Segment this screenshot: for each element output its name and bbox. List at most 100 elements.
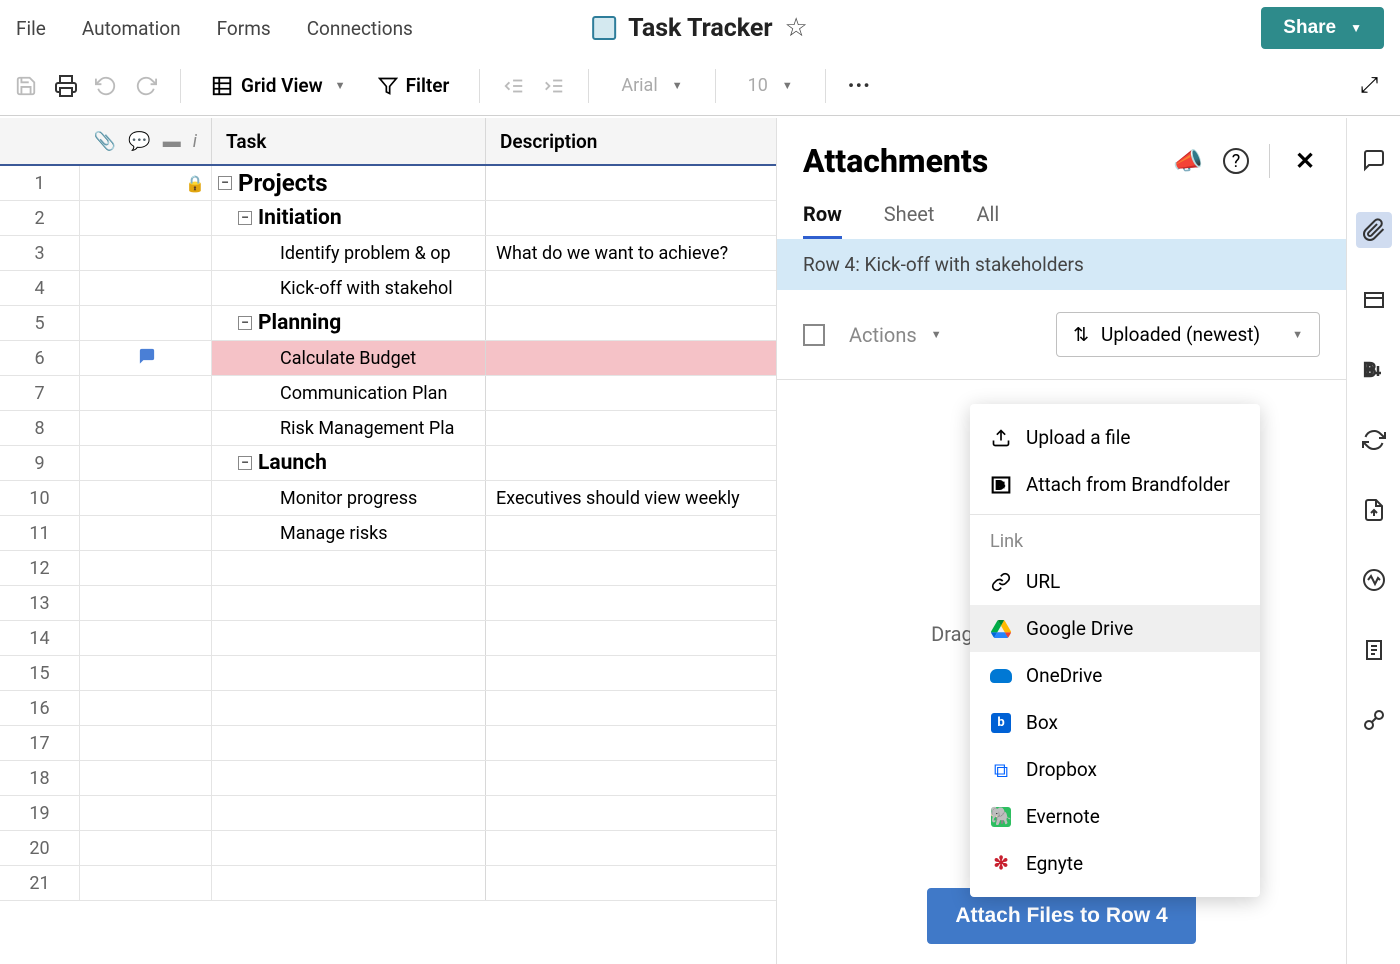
tab-all[interactable]: All [976,202,999,239]
refresh-icon[interactable] [1356,422,1392,458]
row-number[interactable]: 14 [0,621,80,655]
task-cell[interactable] [212,831,486,865]
connect-icon[interactable] [1356,702,1392,738]
task-cell[interactable]: Identify problem & op [212,236,486,270]
proof-icon[interactable] [1356,282,1392,318]
sort-dropdown[interactable]: ⇅ Uploaded (newest) ▼ [1056,312,1320,357]
menu-forms[interactable]: Forms [217,17,271,40]
actions-dropdown[interactable]: Actions ▼ [849,323,942,347]
panel-title: Attachments [803,142,1173,180]
task-cell[interactable] [212,726,486,760]
toolbar-separator [588,69,589,103]
activity-icon[interactable] [1356,562,1392,598]
task-cell[interactable]: −Planning [212,306,486,340]
menu-automation[interactable]: Automation [82,17,181,40]
dropdown-onedrive[interactable]: OneDrive [970,652,1260,699]
task-cell[interactable]: Monitor progress [212,481,486,515]
row-number[interactable]: 7 [0,376,80,410]
row-number[interactable]: 20 [0,831,80,865]
task-cell[interactable] [212,586,486,620]
row-number[interactable]: 1 [0,166,80,200]
font-selector[interactable]: Arial ▼ [609,69,694,102]
row-indicators [80,236,212,270]
row-number[interactable]: 15 [0,656,80,690]
task-cell[interactable]: Risk Management Pla [212,411,486,445]
task-cell[interactable]: Calculate Budget [212,341,486,375]
task-cell[interactable]: −Projects [212,166,486,200]
task-cell[interactable]: −Launch [212,446,486,480]
select-all-checkbox[interactable] [803,324,825,346]
row-number[interactable]: 4 [0,271,80,305]
row-number[interactable]: 12 [0,551,80,585]
task-cell[interactable]: Manage risks [212,516,486,550]
brandfolder-icon[interactable]: B [1356,352,1392,388]
task-cell[interactable] [212,656,486,690]
row-number[interactable]: 3 [0,236,80,270]
menu-connections[interactable]: Connections [307,17,413,40]
task-cell[interactable] [212,551,486,585]
row-number[interactable]: 21 [0,866,80,900]
row-number[interactable]: 17 [0,726,80,760]
comments-icon[interactable] [1356,142,1392,178]
document-title[interactable]: Task Tracker [628,14,772,43]
row-number[interactable]: 6 [0,341,80,375]
font-size-selector[interactable]: 10 ▼ [736,69,805,102]
row-number[interactable]: 2 [0,201,80,235]
menu-file[interactable]: File [16,17,46,40]
row-number[interactable]: 10 [0,481,80,515]
row-number[interactable]: 5 [0,306,80,340]
tab-row[interactable]: Row [803,202,842,239]
dropdown-url[interactable]: URL [970,558,1260,605]
dropdown-dropbox[interactable]: ⧉ Dropbox [970,746,1260,793]
comment-icon[interactable] [138,347,156,370]
task-cell[interactable] [212,866,486,900]
collapse-toggle[interactable]: − [238,456,252,470]
chevron-down-icon: ▼ [1350,21,1362,35]
row-indicators [80,831,212,865]
tab-sheet[interactable]: Sheet [884,202,935,239]
grid-view-button[interactable]: Grid View ▼ [201,68,356,103]
row-indicators [80,201,212,235]
filter-button[interactable]: Filter [368,68,460,103]
publish-icon[interactable] [1356,492,1392,528]
svg-text:B: B [1364,360,1376,381]
collapse-toggle[interactable]: − [238,211,252,225]
task-text: Kick-off with stakehol [280,278,453,299]
row-number[interactable]: 18 [0,761,80,795]
column-task-header[interactable]: Task [212,118,486,164]
more-icon[interactable]: ••• [846,72,874,100]
task-cell[interactable] [212,796,486,830]
print-icon[interactable] [52,72,80,100]
save-icon [12,72,40,100]
row-number[interactable]: 8 [0,411,80,445]
task-cell[interactable] [212,621,486,655]
dropdown-egnyte[interactable]: ✻ Egnyte [970,840,1260,887]
megaphone-icon[interactable]: 📣 [1173,146,1203,176]
collapse-toggle[interactable]: − [218,176,232,190]
dropdown-box[interactable]: b Box [970,699,1260,746]
row-number[interactable]: 11 [0,516,80,550]
share-button[interactable]: Share ▼ [1261,7,1384,49]
task-cell[interactable]: Kick-off with stakehol [212,271,486,305]
star-icon[interactable]: ☆ [785,13,808,43]
task-cell[interactable]: −Initiation [212,201,486,235]
dropdown-upload-file[interactable]: Upload a file [970,414,1260,461]
attachments-icon[interactable] [1356,212,1392,248]
dropdown-google-drive[interactable]: Google Drive [970,605,1260,652]
row-number[interactable]: 13 [0,586,80,620]
row-number[interactable]: 9 [0,446,80,480]
collapse-toggle[interactable]: − [238,316,252,330]
task-cell[interactable]: Communication Plan [212,376,486,410]
row-number[interactable]: 16 [0,691,80,725]
close-icon[interactable]: ✕ [1290,146,1320,176]
dropdown-brandfolder[interactable]: B Attach from Brandfolder [970,461,1260,508]
task-cell[interactable] [212,691,486,725]
dropdown-section-link: Link [970,521,1260,558]
row-number[interactable]: 19 [0,796,80,830]
task-text: Launch [258,451,327,475]
expand-icon[interactable]: ⤢ [1360,73,1388,98]
dropdown-evernote[interactable]: 🐘 Evernote [970,793,1260,840]
help-icon[interactable]: ? [1223,148,1249,174]
task-cell[interactable] [212,761,486,795]
summary-icon[interactable] [1356,632,1392,668]
